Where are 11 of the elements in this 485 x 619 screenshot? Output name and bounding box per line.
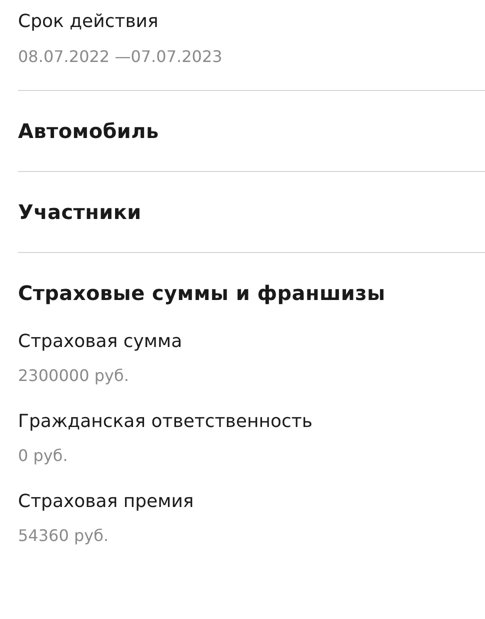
section-title: Страховые суммы и франшизы <box>18 280 386 307</box>
section-title[interactable]: Участники <box>18 198 142 226</box>
field-value: 0 руб. <box>18 445 69 467</box>
field-value: 2300000 руб. <box>18 365 130 387</box>
field-label: Срок действия <box>18 10 160 34</box>
section-title[interactable]: Автомобиль <box>18 117 159 145</box>
field-value: 54360 руб. <box>18 525 110 547</box>
field-label: Гражданская ответственность <box>18 410 314 434</box>
field-label: Страховая сумма <box>18 330 184 354</box>
field-label: Страховая премия <box>18 490 195 514</box>
date-range: 08.07.2022 —07.07.2023 <box>18 46 224 68</box>
